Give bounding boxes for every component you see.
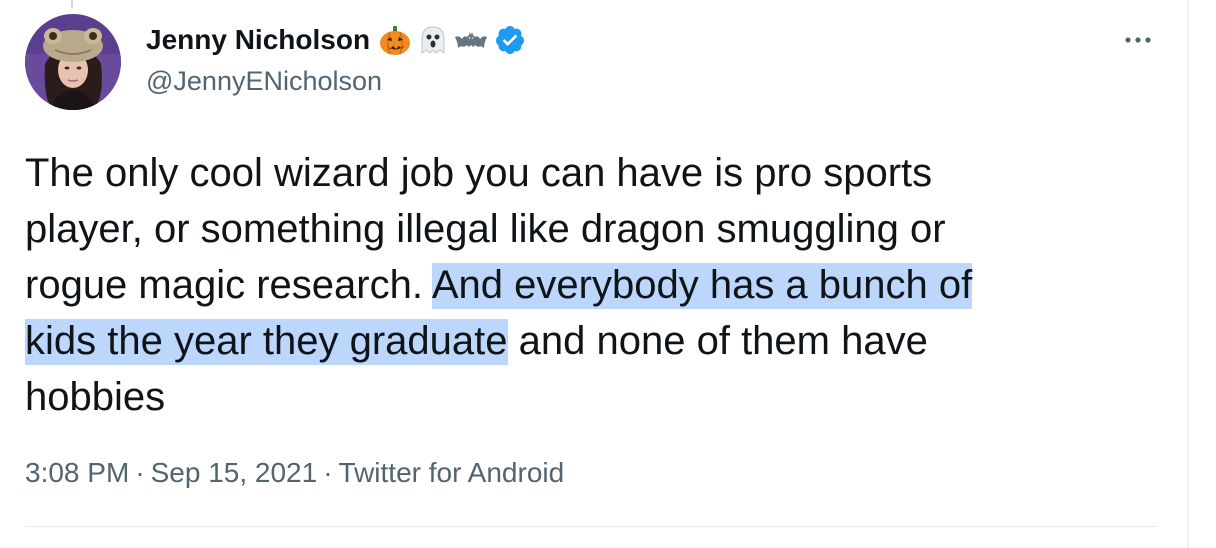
selected-text-highlight[interactable]: kids the year they graduate bbox=[25, 319, 508, 365]
author-handle[interactable]: @JennyENicholson bbox=[146, 64, 382, 98]
author-display-name[interactable]: Jenny Nicholson bbox=[146, 22, 526, 58]
selected-text-highlight[interactable]: And everybody has a bunch of bbox=[431, 263, 973, 309]
divider bbox=[25, 526, 1157, 527]
verified-badge-icon[interactable] bbox=[494, 24, 526, 56]
bat-emoji-icon bbox=[455, 32, 488, 48]
meta-separator: · bbox=[135, 457, 145, 488]
pumpkin-emoji-icon bbox=[380, 26, 411, 55]
tweet-source[interactable]: Twitter for Android bbox=[339, 457, 565, 488]
text-segment: The only cool wizard job you can have is… bbox=[25, 151, 933, 195]
tweet-time[interactable]: 3:08 PM bbox=[25, 457, 129, 488]
more-options-button[interactable] bbox=[1118, 26, 1158, 54]
text-segment: player, or something illegal like dragon… bbox=[25, 207, 946, 251]
tweet-text-line: hobbies bbox=[25, 369, 1175, 425]
text-segment: hobbies bbox=[25, 375, 166, 419]
tweet-text-line: The only cool wizard job you can have is… bbox=[25, 145, 1175, 201]
meta-separator: · bbox=[323, 457, 333, 488]
tweet-date[interactable]: Sep 15, 2021 bbox=[151, 457, 318, 488]
ghost-emoji-icon bbox=[421, 26, 445, 54]
text-segment: and none of them have bbox=[507, 319, 928, 363]
tweet-text-line: kids the year they graduate and none of … bbox=[25, 313, 1175, 369]
timeline-border bbox=[1187, 0, 1189, 548]
display-name-text: Jenny Nicholson bbox=[146, 24, 371, 55]
more-dots-icon bbox=[1125, 37, 1151, 43]
tweet-metadata: 3:08 PM · Sep 15, 2021 · Twitter for Android bbox=[25, 455, 564, 491]
tweet: Jenny Nicholson @JennyENicholson The onl… bbox=[0, 0, 1187, 548]
avatar[interactable] bbox=[25, 14, 121, 110]
tweet-text-line: player, or something illegal like dragon… bbox=[25, 201, 1175, 257]
tweet-text: The only cool wizard job you can have is… bbox=[25, 145, 1175, 425]
avatar-image bbox=[25, 14, 121, 110]
tweet-text-line: rogue magic research. And everybody has … bbox=[25, 257, 1175, 313]
text-segment: rogue magic research. bbox=[25, 263, 432, 307]
